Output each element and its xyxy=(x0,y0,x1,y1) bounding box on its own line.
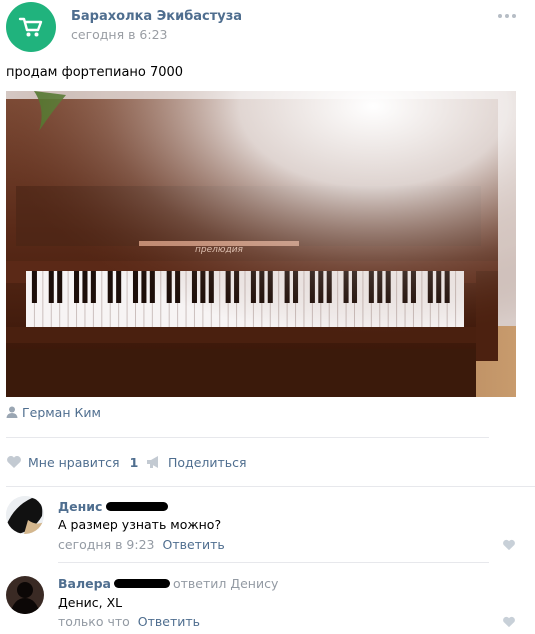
shopping-cart-icon xyxy=(18,17,43,37)
comment-text: Денис, XL xyxy=(58,595,123,610)
redacted-surname xyxy=(113,579,170,588)
reply-to-label[interactable]: ответил Денису xyxy=(173,576,278,591)
comment-author[interactable]: Валера xyxy=(58,576,111,591)
comment-avatar[interactable] xyxy=(6,576,44,614)
post-photo[interactable]: прелюдия xyxy=(6,91,516,397)
avatar-image xyxy=(6,496,44,534)
divider xyxy=(58,562,489,563)
megaphone-icon xyxy=(147,456,158,468)
comment-time[interactable]: сегодня в 9:23 xyxy=(58,537,155,552)
group-name[interactable]: Барахолка Экибастуза xyxy=(71,9,242,24)
like-label: Мне нравится xyxy=(28,454,120,470)
comment-text: А размер узнать можно? xyxy=(58,517,222,532)
comment-header: Валера ответил Денису xyxy=(58,576,278,591)
author-name[interactable]: Герман Ким xyxy=(22,405,101,420)
comment-meta: только что Ответить xyxy=(58,614,200,629)
comment-avatar[interactable] xyxy=(6,496,44,534)
share-button[interactable]: Поделиться xyxy=(146,453,247,471)
comment-author[interactable]: Денис xyxy=(58,499,102,514)
group-avatar[interactable] xyxy=(6,2,56,52)
like-button[interactable]: Мне нравится 1 xyxy=(6,453,138,471)
post-time[interactable]: сегодня в 6:23 xyxy=(71,27,168,42)
reply-button[interactable]: Ответить xyxy=(163,537,225,552)
post-text: продам фортепиано 7000 xyxy=(6,65,184,80)
like-count: 1 xyxy=(129,454,139,470)
piano-photo: прелюдия xyxy=(6,91,516,397)
redacted-surname xyxy=(106,502,169,511)
avatar-image xyxy=(6,576,44,614)
divider xyxy=(6,437,489,438)
reply-button[interactable]: Ответить xyxy=(138,614,200,629)
comment-meta: сегодня в 9:23 Ответить xyxy=(58,537,225,552)
more-dots-icon[interactable] xyxy=(497,8,517,24)
comment-header: Денис xyxy=(58,499,169,514)
divider xyxy=(6,486,535,487)
share-label: Поделиться xyxy=(168,454,247,470)
heart-icon xyxy=(7,456,21,468)
heart-icon[interactable] xyxy=(502,616,516,628)
user-icon xyxy=(6,406,18,418)
heart-icon[interactable] xyxy=(502,539,516,551)
post-author[interactable]: Герман Ким xyxy=(6,404,101,420)
comment-time[interactable]: только что xyxy=(58,614,130,629)
